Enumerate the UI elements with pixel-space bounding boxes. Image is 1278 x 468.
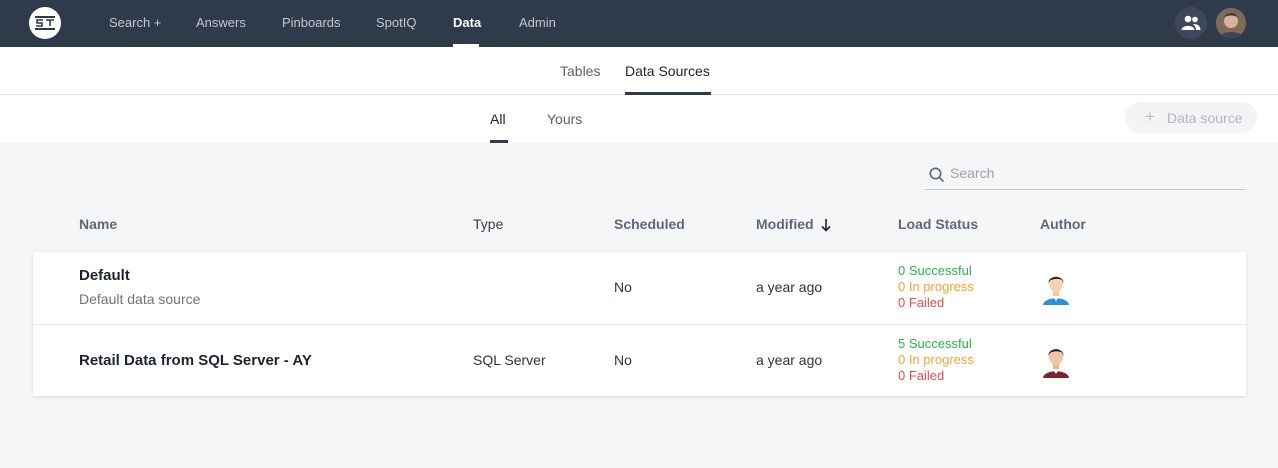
- sort-descending-icon[interactable]: [820, 218, 832, 232]
- nav-answers[interactable]: Answers: [196, 15, 246, 30]
- row-type: SQL Server: [473, 352, 546, 368]
- nav-spotiq[interactable]: SpotIQ: [376, 15, 416, 30]
- column-header-load-status[interactable]: Load Status: [898, 216, 978, 232]
- data-sources-table: Default Default data source No a year ag…: [33, 252, 1246, 396]
- thoughtspot-logo[interactable]: [29, 7, 61, 39]
- search-input[interactable]: [950, 165, 1230, 181]
- column-header-scheduled[interactable]: Scheduled: [614, 216, 685, 232]
- add-data-source-button[interactable]: + Data source: [1125, 102, 1257, 133]
- row-modified: a year ago: [756, 279, 823, 295]
- column-header-name[interactable]: Name: [79, 216, 117, 232]
- nav-admin[interactable]: Admin: [519, 15, 556, 30]
- table-row[interactable]: Default Default data source No a year ag…: [33, 252, 1246, 324]
- data-subtabs: Tables Data Sources: [0, 47, 1278, 95]
- user-avatar[interactable]: [1216, 8, 1246, 38]
- row-name[interactable]: Retail Data from SQL Server - AY: [79, 352, 312, 369]
- row-scheduled: No: [614, 279, 632, 295]
- column-header-author[interactable]: Author: [1040, 216, 1086, 232]
- add-data-source-label: Data source: [1167, 110, 1243, 126]
- search-icon: [929, 167, 945, 183]
- status-failed: 0 Failed: [898, 295, 945, 310]
- filter-bar: All Yours + Data source: [0, 95, 1278, 143]
- tab-data-sources[interactable]: Data Sources: [625, 63, 710, 79]
- search-box: [925, 161, 1245, 190]
- column-header-modified[interactable]: Modified: [756, 216, 814, 232]
- status-successful: 0 Successful: [898, 263, 972, 278]
- tab-tables[interactable]: Tables: [560, 63, 600, 79]
- people-icon: [1181, 15, 1201, 30]
- row-modified: a year ago: [756, 352, 823, 368]
- row-name[interactable]: Default: [79, 267, 130, 284]
- author-avatar: [1043, 349, 1069, 378]
- column-header-type[interactable]: Type: [473, 216, 503, 232]
- row-scheduled: No: [614, 352, 632, 368]
- status-in-progress: 0 In progress: [898, 352, 974, 367]
- nav-data[interactable]: Data: [453, 15, 481, 30]
- nav-pinboards[interactable]: Pinboards: [282, 15, 341, 30]
- table-row[interactable]: Retail Data from SQL Server - AY SQL Ser…: [33, 324, 1246, 396]
- filter-active-indicator: [490, 140, 508, 143]
- row-description: Default data source: [79, 291, 201, 307]
- status-failed: 0 Failed: [898, 368, 945, 383]
- people-button[interactable]: [1175, 7, 1207, 39]
- top-nav: Search + Answers Pinboards SpotIQ Data A…: [0, 0, 1278, 47]
- author-avatar: [1043, 276, 1069, 305]
- status-successful: 5 Successful: [898, 336, 972, 351]
- status-in-progress: 0 In progress: [898, 279, 974, 294]
- plus-icon: +: [1145, 107, 1155, 126]
- nav-search[interactable]: Search +: [109, 15, 161, 30]
- filter-all[interactable]: All: [490, 111, 506, 127]
- filter-yours[interactable]: Yours: [547, 111, 582, 127]
